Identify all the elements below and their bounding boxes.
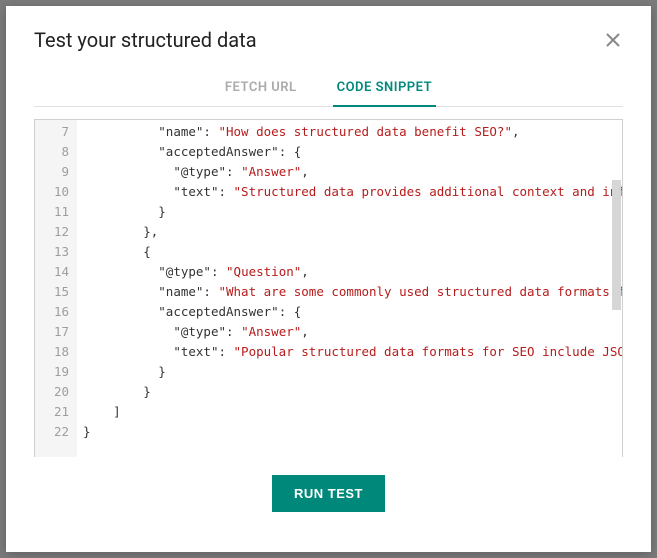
code-line[interactable]: "name": "How does structured data benefi… <box>83 122 622 142</box>
code-line[interactable]: "acceptedAnswer": { <box>83 142 622 162</box>
code-line[interactable]: } <box>83 382 622 402</box>
line-number: 10 <box>39 182 69 202</box>
line-number: 15 <box>39 282 69 302</box>
code-line[interactable]: } <box>83 202 622 222</box>
editor-container: 78910111213141516171819202122 "name": "H… <box>6 107 651 457</box>
code-line[interactable]: "name": "What are some commonly used str… <box>83 282 622 302</box>
close-button[interactable] <box>603 30 623 50</box>
code-line[interactable]: }, <box>83 222 622 242</box>
line-number: 19 <box>39 362 69 382</box>
line-number: 12 <box>39 222 69 242</box>
line-number: 11 <box>39 202 69 222</box>
line-number: 8 <box>39 142 69 162</box>
tab-code-snippet[interactable]: CODE SNIPPET <box>333 70 437 107</box>
code-line[interactable]: "acceptedAnswer": { <box>83 302 622 322</box>
line-number: 17 <box>39 322 69 342</box>
title-row: Test your structured data <box>34 28 623 52</box>
dialog-footer: RUN TEST <box>6 457 651 552</box>
line-number: 20 <box>39 382 69 402</box>
dialog-header: Test your structured data FETCH URL CODE… <box>6 6 651 107</box>
tab-fetch-url[interactable]: FETCH URL <box>221 70 301 107</box>
dialog-title: Test your structured data <box>34 28 257 52</box>
line-number: 22 <box>39 422 69 442</box>
code-line[interactable]: "@type": "Answer", <box>83 322 622 342</box>
line-number: 13 <box>39 242 69 262</box>
line-number: 18 <box>39 342 69 362</box>
line-gutter: 78910111213141516171819202122 <box>35 120 77 457</box>
close-icon <box>605 32 621 48</box>
code-line[interactable]: "@type": "Question", <box>83 262 622 282</box>
vertical-scrollbar-thumb[interactable] <box>612 180 621 310</box>
code-line[interactable]: } <box>83 362 622 382</box>
line-number: 9 <box>39 162 69 182</box>
code-line[interactable]: "text": "Structured data provides additi… <box>83 182 622 202</box>
line-number: 16 <box>39 302 69 322</box>
dialog: Test your structured data FETCH URL CODE… <box>6 6 651 552</box>
code-line[interactable]: { <box>83 242 622 262</box>
tabs: FETCH URL CODE SNIPPET <box>34 70 623 107</box>
run-test-button[interactable]: RUN TEST <box>272 475 385 512</box>
line-number: 14 <box>39 262 69 282</box>
code-editor[interactable]: 78910111213141516171819202122 "name": "H… <box>34 119 623 457</box>
code-area[interactable]: "name": "How does structured data benefi… <box>77 120 622 457</box>
code-line[interactable]: ] <box>83 402 622 422</box>
line-number: 7 <box>39 122 69 142</box>
code-line[interactable]: "@type": "Answer", <box>83 162 622 182</box>
line-number: 21 <box>39 402 69 422</box>
code-line[interactable]: "text": "Popular structured data formats… <box>83 342 622 362</box>
code-line[interactable]: } <box>83 422 622 442</box>
